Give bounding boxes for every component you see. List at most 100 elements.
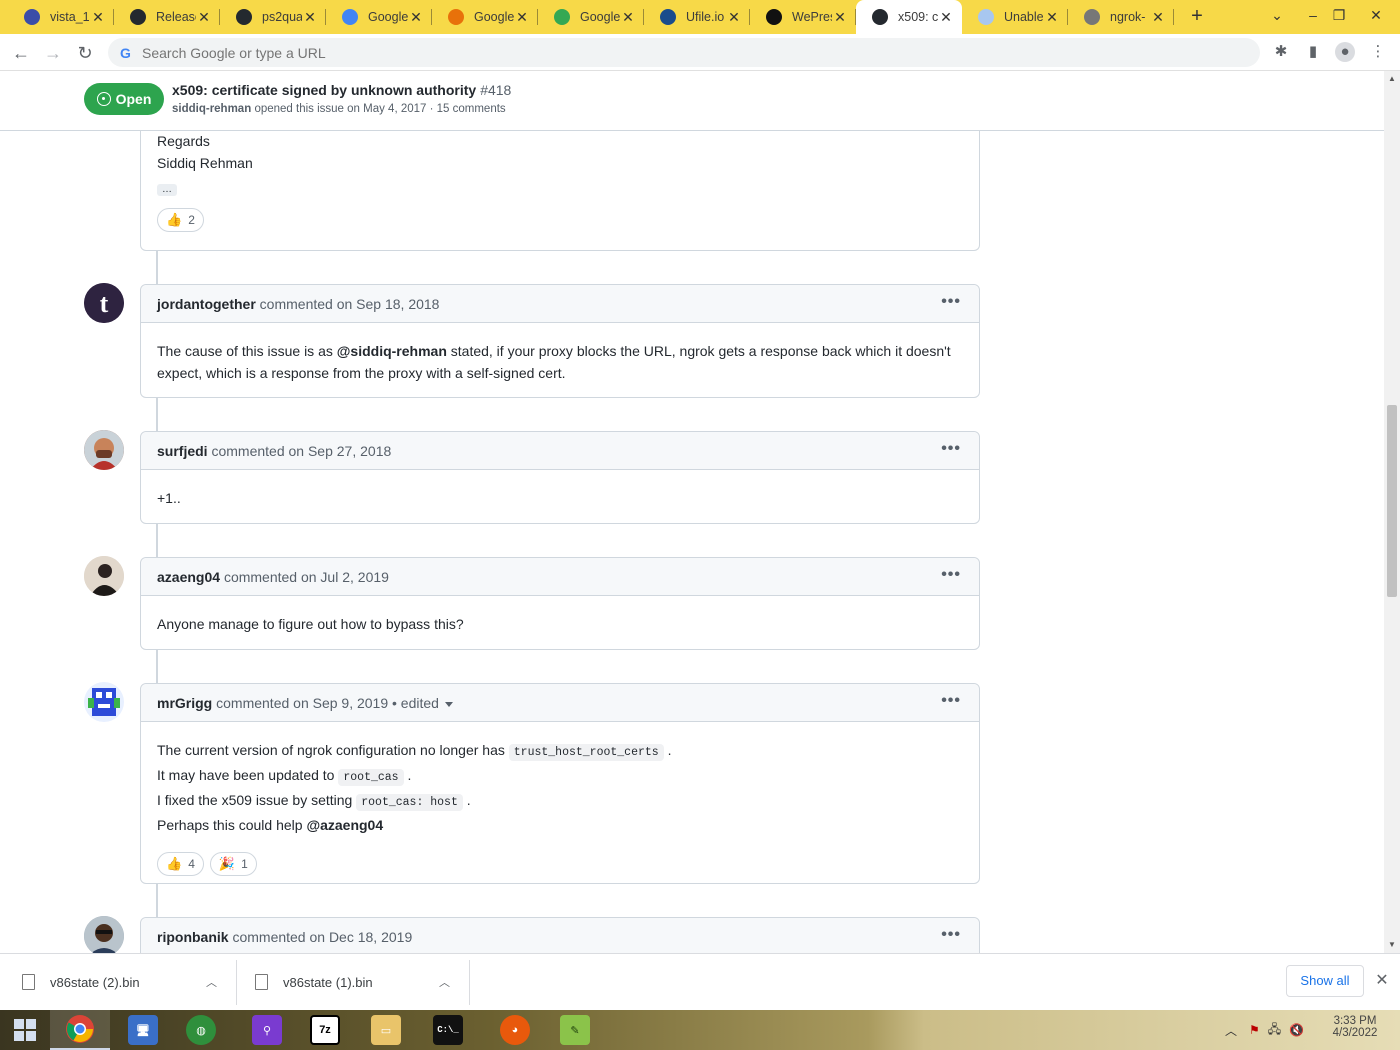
comment-author-link[interactable]: mrGrigg — [157, 695, 212, 711]
forward-arrow-icon[interactable]: → — [40, 40, 66, 66]
volume-muted-icon[interactable]: 🔇 — [1289, 1023, 1304, 1037]
comment-timestamp[interactable]: commented on Sep 18, 2018 — [260, 296, 440, 312]
magnifier-icon: ⚲ — [252, 1015, 282, 1045]
scrollbar-thumb[interactable] — [1387, 405, 1397, 597]
tab-separator — [1173, 9, 1174, 25]
comment-author-link[interactable]: riponbanik — [157, 929, 229, 945]
issue-author-link[interactable]: siddiq-rehman — [172, 103, 251, 115]
browser-tab[interactable]: Release✕ — [114, 0, 220, 34]
close-tab-icon[interactable]: ✕ — [302, 9, 318, 26]
reaction-hooray[interactable]: 🎉 1 — [209, 852, 257, 876]
taskbar-clock[interactable]: 3:33 PM 4/3/2022 — [1320, 1015, 1390, 1039]
close-tab-icon[interactable]: ✕ — [514, 9, 530, 26]
comment-options-icon[interactable]: ••• — [941, 440, 961, 458]
comment-timestamp[interactable]: commented on Dec 18, 2019 — [232, 929, 412, 945]
comment-timestamp[interactable]: commented on Sep 27, 2018 — [211, 443, 391, 459]
inline-code: root_cas: host — [356, 794, 463, 811]
comment-author-link[interactable]: jordantogether — [157, 296, 256, 312]
browser-tab[interactable]: Google ✕ — [432, 0, 538, 34]
browser-tab[interactable]: ps2qual ✕ — [220, 0, 326, 34]
comment-body: +1.. — [141, 470, 979, 525]
avatar-surfjedi[interactable] — [84, 430, 124, 470]
comment-options-icon[interactable]: ••• — [941, 566, 961, 584]
comment-options-icon[interactable]: ••• — [941, 926, 961, 944]
taskbar-explorer[interactable]: ▭ — [356, 1010, 416, 1050]
taskbar-cmd[interactable]: C:\_ — [418, 1010, 478, 1050]
comment-text: Anyone manage to figure out how to bypas… — [157, 616, 464, 632]
download-item[interactable]: v86state (2).bin ︿ — [22, 960, 230, 1004]
chevron-up-icon[interactable]: ︿ — [206, 974, 217, 990]
avatar-riponbanik[interactable] — [84, 916, 124, 953]
expand-ellipsis-button[interactable]: … — [157, 184, 177, 196]
close-tab-icon[interactable]: ✕ — [408, 9, 424, 26]
comment-author-link[interactable]: surfjedi — [157, 443, 208, 459]
avatar-jordantogether[interactable]: t — [84, 283, 124, 323]
edit-history-dropdown-icon[interactable] — [444, 701, 453, 707]
reaction-thumbs-up[interactable]: 👍 4 — [157, 852, 204, 876]
browser-tab[interactable]: x509: ce✕ — [856, 0, 962, 34]
extensions-puzzle-icon[interactable]: ✱ — [1271, 42, 1291, 62]
comment-options-icon[interactable]: ••• — [941, 692, 961, 710]
taskbar-qemu[interactable]: ◕ — [485, 1010, 545, 1050]
page-scrollbar[interactable]: ▲ ▼ — [1384, 71, 1400, 953]
avatar-mrgrigg[interactable] — [84, 682, 124, 722]
close-window-button[interactable]: ✕ — [1352, 0, 1400, 30]
browser-tab[interactable]: Google ✕ — [538, 0, 644, 34]
browser-tab[interactable]: ngrok- ✕ — [1068, 0, 1174, 34]
browser-tab[interactable]: vista_1. ✕ — [8, 0, 114, 34]
back-arrow-icon[interactable]: ← — [8, 40, 34, 66]
address-input[interactable] — [142, 44, 1042, 61]
comment-options-icon[interactable]: ••• — [941, 293, 961, 311]
comment-timestamp[interactable]: commented on Sep 9, 2019 • edited — [216, 695, 439, 711]
close-tab-icon[interactable]: ✕ — [196, 9, 212, 26]
show-all-downloads-button[interactable]: Show all — [1286, 965, 1364, 997]
chevron-up-icon[interactable]: ︿ — [439, 974, 450, 990]
issue-title[interactable]: x509: certificate signed by unknown auth… — [172, 82, 511, 98]
taskbar-network-app[interactable]: 🖥 — [113, 1010, 173, 1050]
omnibox[interactable]: G — [108, 38, 1260, 67]
start-button[interactable] — [0, 1010, 50, 1050]
issue-status-badge: Open — [84, 83, 164, 115]
taskbar-chrome[interactable] — [50, 1010, 110, 1050]
comment-header: surfjedi commented on Sep 27, 2018 ••• — [141, 432, 979, 470]
reload-icon[interactable]: ↻ — [72, 40, 98, 66]
tray-overflow-icon[interactable]: ︿ — [1225, 1022, 1237, 1039]
browser-tab[interactable]: Ufile.io ✕ — [644, 0, 750, 34]
comment-timestamp[interactable]: commented on Jul 2, 2019 — [224, 569, 389, 585]
reaction-thumbs-up[interactable]: 👍 2 — [157, 208, 204, 232]
taskbar-7zip[interactable]: 7z — [295, 1010, 355, 1050]
infinity-favicon-icon — [448, 9, 464, 25]
browser-tab[interactable]: Unable ✕ — [962, 0, 1068, 34]
taskbar-globe-app[interactable]: ◍ — [171, 1010, 231, 1050]
close-tab-icon[interactable]: ✕ — [90, 9, 106, 26]
tray-flag-icon[interactable]: ⚑ — [1249, 1023, 1260, 1037]
taskbar-notepad-plus[interactable]: ✎ — [545, 1010, 605, 1050]
new-tab-button[interactable]: + — [1186, 6, 1208, 28]
side-panel-icon[interactable]: ▮ — [1303, 42, 1323, 62]
comment-body: The cause of this issue is as @siddiq-re… — [141, 323, 979, 400]
scroll-down-arrow-icon[interactable]: ▼ — [1384, 937, 1400, 953]
close-tab-icon[interactable]: ✕ — [832, 9, 848, 26]
profile-avatar-icon[interactable]: ● — [1335, 42, 1355, 62]
menu-kebab-icon[interactable]: ⋮ — [1368, 42, 1388, 62]
close-tab-icon[interactable]: ✕ — [726, 9, 742, 26]
close-download-bar-icon[interactable]: ✕ — [1372, 970, 1392, 990]
close-tab-icon[interactable]: ✕ — [620, 9, 636, 26]
mention-link[interactable]: @siddiq-rehman — [337, 343, 447, 359]
taskbar-search-app[interactable]: ⚲ — [237, 1010, 297, 1050]
browser-tab[interactable]: Google ✕ — [326, 0, 432, 34]
comment-author-link[interactable]: azaeng04 — [157, 569, 220, 585]
close-tab-icon[interactable]: ✕ — [1150, 9, 1166, 26]
party-popper-icon: 🎉 — [218, 856, 236, 871]
browser-tab[interactable]: WePres ✕ — [750, 0, 856, 34]
download-item[interactable]: v86state (1).bin ︿ — [255, 960, 463, 1004]
computer-icon: 🖥 — [128, 1015, 158, 1045]
mention-link[interactable]: @azaeng04 — [306, 817, 383, 833]
reaction-count: 1 — [241, 857, 248, 871]
file-icon — [255, 974, 268, 990]
network-icon[interactable]: 🖧 — [1268, 1020, 1281, 1041]
avatar-azaeng04[interactable] — [84, 556, 124, 596]
close-tab-icon[interactable]: ✕ — [1044, 9, 1060, 26]
scroll-up-arrow-icon[interactable]: ▲ — [1384, 71, 1400, 87]
close-tab-icon[interactable]: ✕ — [938, 9, 954, 26]
